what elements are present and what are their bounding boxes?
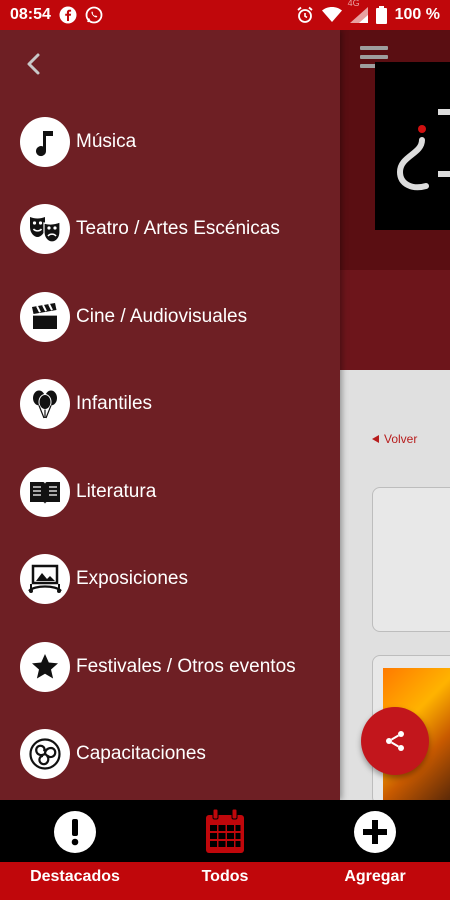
- menu-item-teatro[interactable]: Teatro / Artes Escénicas: [0, 199, 340, 259]
- battery-percent: 100 %: [394, 6, 440, 23]
- menu-item-label: Música: [76, 131, 137, 152]
- balloons-icon: [20, 379, 70, 429]
- share-button[interactable]: [361, 707, 429, 775]
- status-bar: 08:54 4G 100 %: [0, 0, 450, 30]
- clapperboard-icon: [20, 292, 70, 342]
- triangle-left-icon: [372, 435, 379, 443]
- menu-item-infantiles[interactable]: Infantiles: [0, 374, 340, 434]
- menu-item-musica[interactable]: Música: [0, 112, 340, 172]
- menu-item-literatura[interactable]: Literatura: [0, 462, 340, 522]
- music-note-icon: [20, 117, 70, 167]
- star-icon: [20, 642, 70, 692]
- alarm-icon: [296, 6, 314, 24]
- picture-frame-icon: [20, 554, 70, 604]
- whatsapp-icon: [85, 6, 103, 24]
- battery-icon: [375, 6, 387, 24]
- nav-agregar[interactable]: Agregar: [300, 800, 450, 900]
- status-time: 08:54: [10, 6, 51, 23]
- exclamation-circle-icon: [51, 808, 99, 856]
- theater-masks-icon: [20, 204, 70, 254]
- menu-item-label: Literatura: [76, 481, 157, 502]
- plus-circle-icon: [351, 808, 399, 856]
- app-logo: [375, 62, 450, 230]
- signal-icon: 4G: [348, 0, 368, 23]
- book-icon: [20, 467, 70, 517]
- back-link-label: Volver: [384, 432, 418, 446]
- nav-label: Todos: [201, 868, 249, 885]
- calendar-icon: [201, 808, 249, 856]
- menu-item-label: Infantiles: [76, 393, 153, 414]
- menu-item-label: Festivales / Otros eventos: [76, 656, 296, 677]
- menu-item-label: Teatro / Artes Escénicas: [76, 218, 280, 239]
- menu-item-cine[interactable]: Cine / Audiovisuales: [0, 287, 340, 347]
- nav-label: Agregar: [344, 868, 406, 885]
- navigation-drawer: Música Teatro / Artes Escénicas Cine / A…: [0, 30, 340, 800]
- menu-item-label: Exposiciones: [76, 568, 188, 589]
- nav-destacados[interactable]: Destacados: [0, 800, 150, 900]
- menu-item-exposiciones[interactable]: Exposiciones: [0, 549, 340, 609]
- menu-item-label: Capacitaciones: [76, 743, 206, 764]
- signal-type: 4G: [347, 0, 360, 8]
- menu-item-capacitaciones[interactable]: Capacitaciones: [0, 724, 340, 784]
- nav-label: Destacados: [30, 868, 120, 885]
- menu-item-festivales[interactable]: Festivales / Otros eventos: [0, 637, 340, 697]
- back-link[interactable]: Volver: [372, 432, 417, 446]
- nav-todos[interactable]: Todos: [150, 800, 300, 900]
- share-icon: [386, 731, 404, 751]
- wifi-icon: [321, 7, 342, 23]
- triskelion-icon: [20, 729, 70, 779]
- bottom-navigation: Destacados Todos Agregar: [0, 800, 450, 900]
- facebook-icon: [59, 6, 77, 24]
- menu-item-label: Cine / Audiovisuales: [76, 306, 248, 327]
- chevron-left-icon[interactable]: [22, 52, 46, 76]
- event-card[interactable]: [372, 487, 450, 632]
